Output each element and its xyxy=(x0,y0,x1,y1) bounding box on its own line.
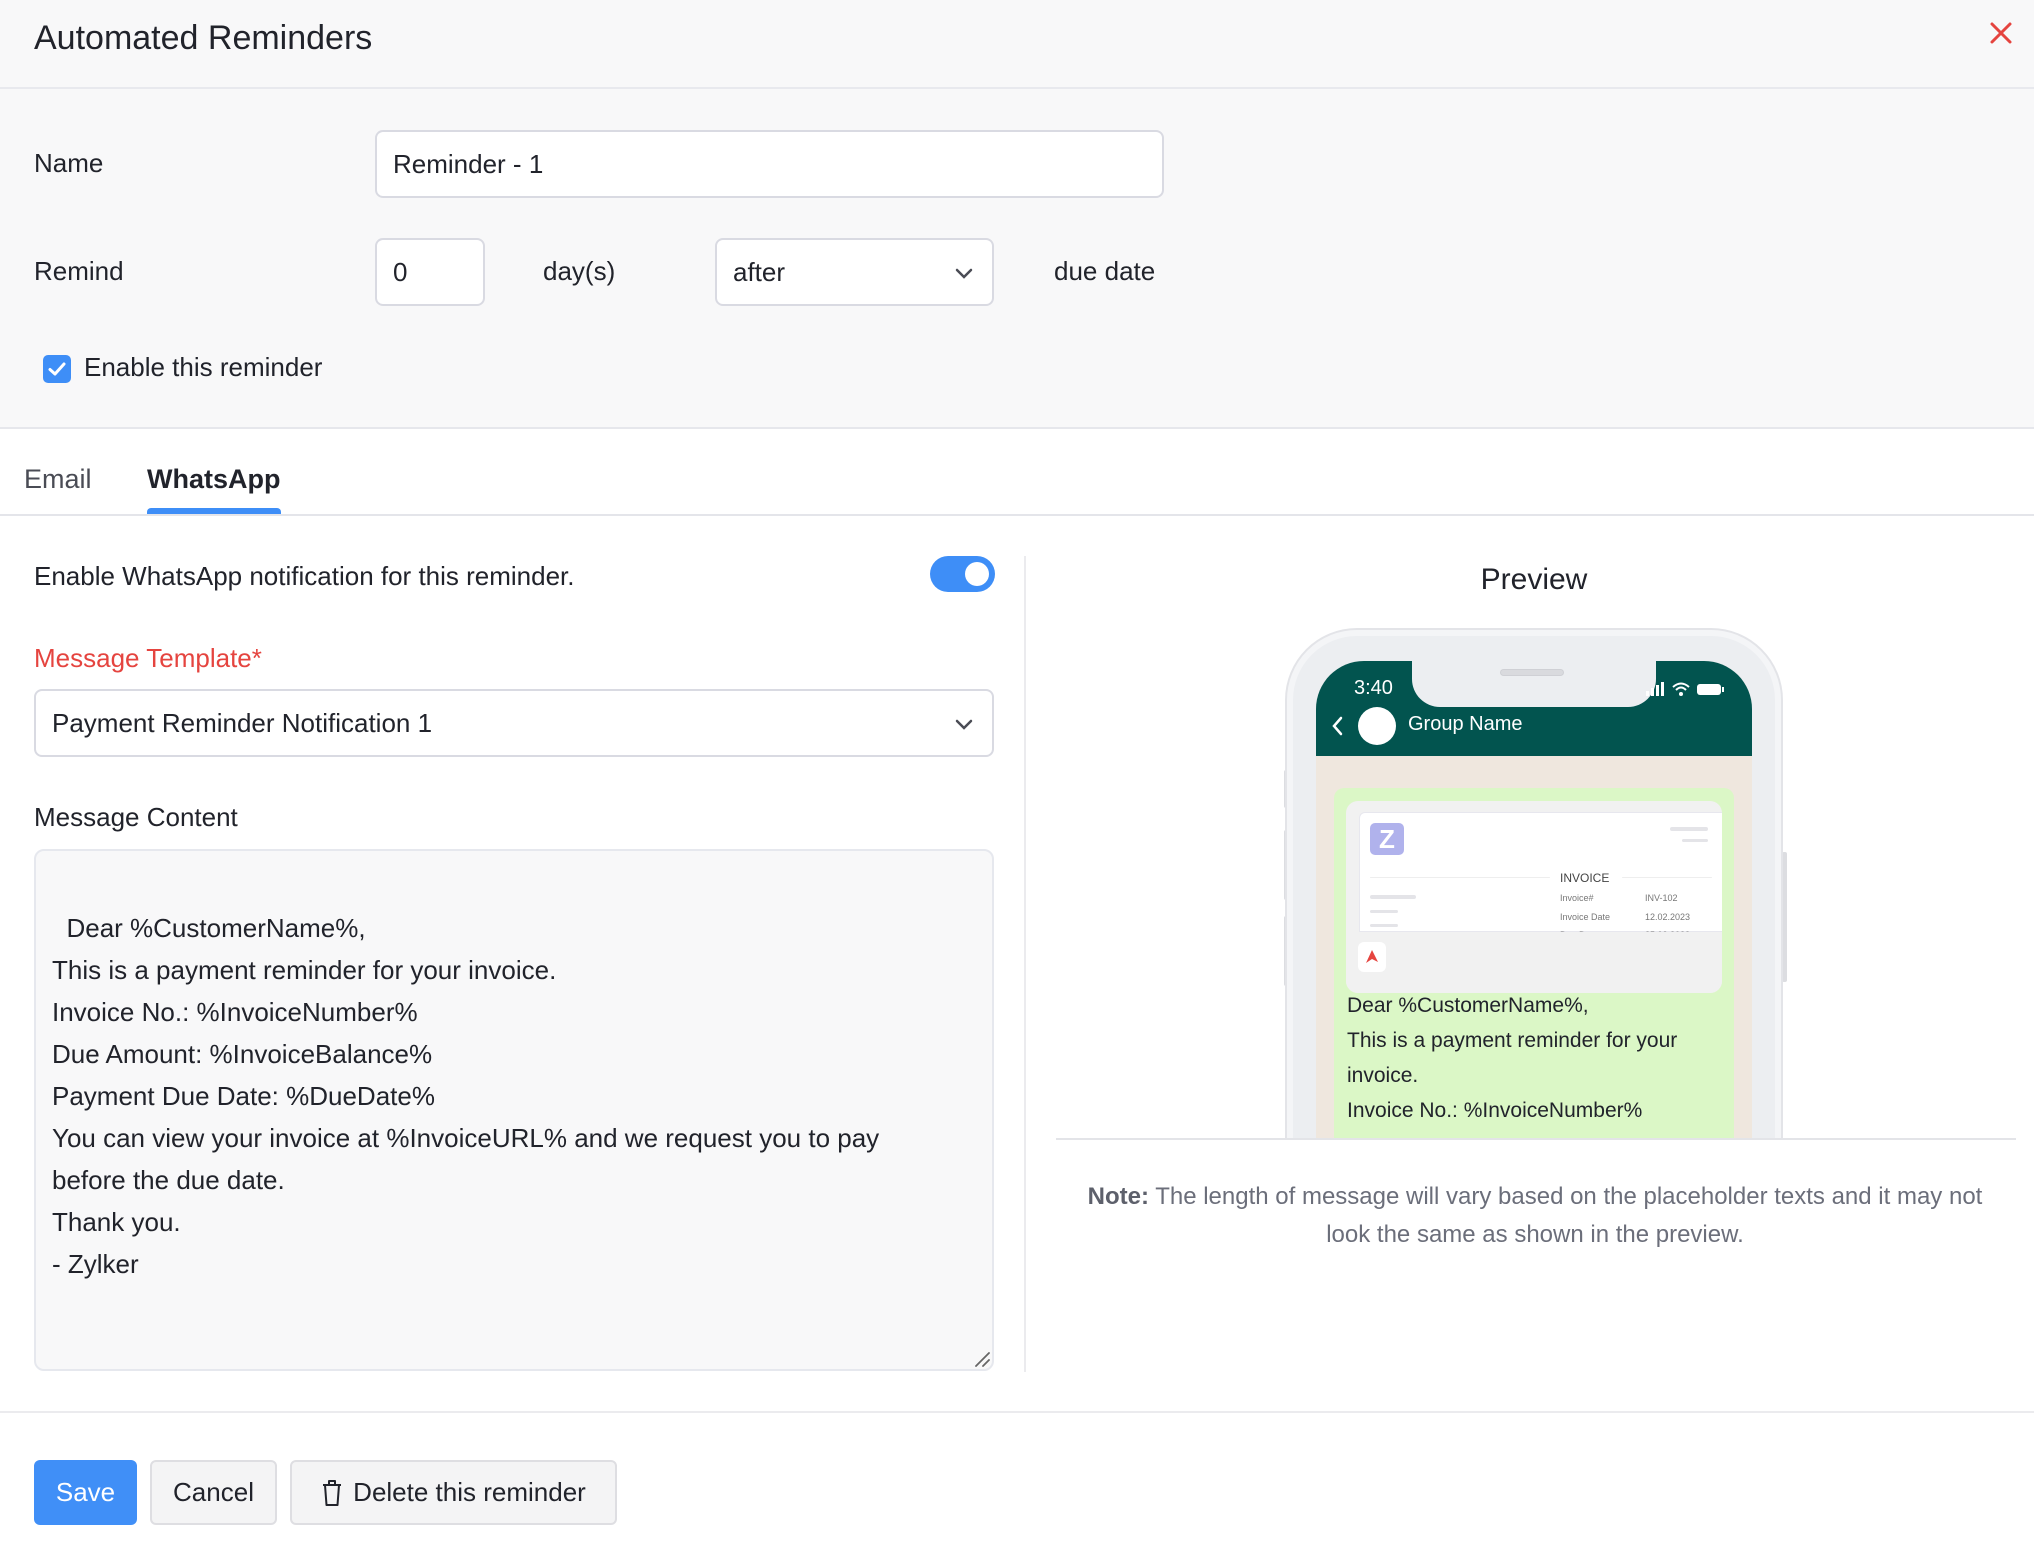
column-divider xyxy=(1024,556,1026,1372)
placeholder-line xyxy=(1682,839,1708,842)
dialog-title: Automated Reminders xyxy=(34,19,373,57)
days-input-value: 0 xyxy=(393,257,408,287)
preview-title: Preview xyxy=(1480,563,1588,596)
chevron-down-icon xyxy=(955,268,973,279)
tab-email[interactable]: Email xyxy=(24,462,92,496)
enable-reminder-checkbox[interactable] xyxy=(43,355,71,383)
placeholder-rule xyxy=(1370,877,1550,878)
invoice-attachment: Z INVOICE Invoice# INV-102 Invoice Date … xyxy=(1346,801,1722,993)
dialog-header: Automated Reminders xyxy=(0,0,2034,89)
chat-avatar xyxy=(1358,707,1396,745)
chevron-down-icon xyxy=(955,719,973,730)
message-content-label: Message Content xyxy=(34,802,238,832)
check-icon xyxy=(48,362,66,376)
invoice-document-thumbnail: Z INVOICE Invoice# INV-102 Invoice Date … xyxy=(1359,812,1722,940)
phone-speaker xyxy=(1500,669,1564,676)
placeholder-line xyxy=(1370,895,1416,899)
message-template-label: Message Template* xyxy=(34,643,262,673)
resize-handle-icon[interactable] xyxy=(974,1351,990,1367)
save-button[interactable]: Save xyxy=(34,1460,137,1525)
delete-reminder-button[interactable]: Delete this reminder xyxy=(290,1460,617,1525)
message-template-label-text: Message Template xyxy=(34,643,252,673)
invoice-title: INVOICE xyxy=(1560,871,1610,885)
phone-time: 3:40 xyxy=(1354,677,1393,699)
when-select-value: after xyxy=(733,257,786,287)
chat-name: Group Name xyxy=(1408,713,1523,735)
message-template-value: Payment Reminder Notification 1 xyxy=(52,708,433,738)
phone-preview: 3:40 Group Name Z INVOICE Invoice# INV-1… xyxy=(1270,620,1800,1138)
note-text: The length of message will vary based on… xyxy=(1148,1183,1983,1248)
preview-divider xyxy=(1056,1138,2016,1140)
name-input[interactable]: Reminder - 1 xyxy=(375,130,1164,198)
toggle-knob xyxy=(965,562,989,586)
remind-label: Remind xyxy=(34,256,124,286)
preview-message-text: Dear %CustomerName%, This is a payment r… xyxy=(1347,994,1678,1122)
phone-screen: 3:40 Group Name Z INVOICE Invoice# INV-1… xyxy=(1316,661,1752,1138)
pdf-icon xyxy=(1358,942,1386,972)
delete-reminder-label: Delete this reminder xyxy=(353,1477,586,1507)
enable-reminder-label: Enable this reminder xyxy=(84,352,323,382)
battery-icon xyxy=(1697,684,1724,695)
required-mark: * xyxy=(251,643,262,673)
invoice-field-value: INV-102 xyxy=(1645,893,1678,903)
when-select[interactable]: after xyxy=(715,238,994,306)
cancel-button[interactable]: Cancel xyxy=(150,1460,277,1525)
message-content-text: Dear %CustomerName%, This is a payment r… xyxy=(52,913,880,1279)
wifi-icon xyxy=(1672,682,1690,696)
placeholder-rule xyxy=(1622,877,1712,878)
invoice-field-key: Invoice Date xyxy=(1560,912,1611,922)
signal-icon xyxy=(1646,682,1664,696)
phone-frame: 3:40 Group Name Z INVOICE Invoice# INV-1… xyxy=(1287,630,1781,1138)
phone-notch xyxy=(1412,661,1656,707)
invoice-field-value: 12.02.2023 xyxy=(1645,912,1691,922)
back-arrow-icon xyxy=(1332,716,1343,736)
chat-header: 3:40 Group Name xyxy=(1316,661,1752,756)
placeholder-line xyxy=(1670,827,1708,831)
status-icons xyxy=(1646,682,1724,696)
preview-note: Note: The length of message will vary ba… xyxy=(1080,1178,1990,1254)
days-unit-label: day(s) xyxy=(543,256,616,286)
placeholder-line xyxy=(1370,924,1398,927)
placeholder-line xyxy=(1370,910,1398,913)
attachment-footer xyxy=(1346,932,1722,993)
whatsapp-toggle[interactable] xyxy=(930,556,995,592)
footer-divider xyxy=(0,1411,2034,1413)
due-date-label: due date xyxy=(1054,256,1156,286)
whatsapp-enable-label: Enable WhatsApp notification for this re… xyxy=(34,561,575,591)
tabs-divider xyxy=(0,514,2034,516)
message-content-textarea[interactable]: Dear %CustomerName%, This is a payment r… xyxy=(34,849,994,1371)
message-bubble: Z INVOICE Invoice# INV-102 Invoice Date … xyxy=(1334,788,1734,1138)
trash-icon xyxy=(323,1479,342,1506)
days-input[interactable]: 0 xyxy=(375,238,485,306)
invoice-field-key: Invoice# xyxy=(1560,893,1594,903)
name-label: Name xyxy=(34,148,104,178)
note-label: Note: xyxy=(1087,1183,1149,1210)
name-input-value: Reminder - 1 xyxy=(393,149,544,179)
company-logo: Z xyxy=(1370,823,1404,855)
message-template-select[interactable]: Payment Reminder Notification 1 xyxy=(34,689,994,757)
tab-whatsapp[interactable]: WhatsApp xyxy=(147,462,280,496)
phone-side-button xyxy=(1782,852,1787,982)
close-icon[interactable] xyxy=(1988,20,2014,46)
